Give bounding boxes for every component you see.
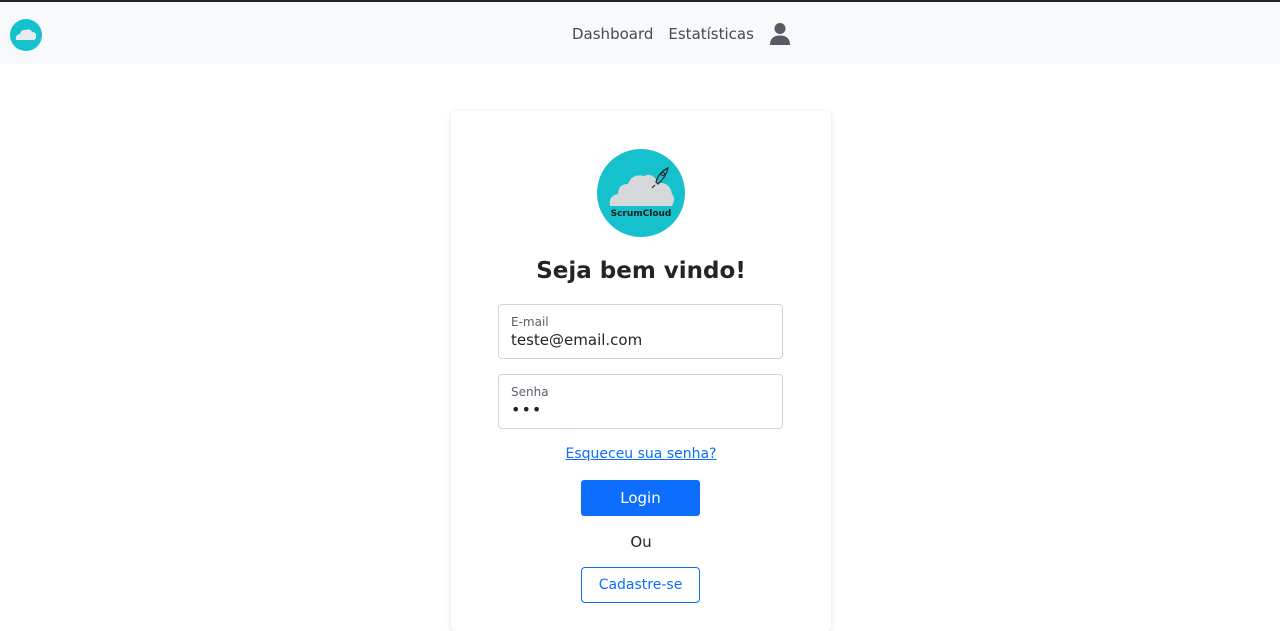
- password-field[interactable]: Senha: [498, 374, 783, 429]
- cloud-logo-icon[interactable]: [10, 19, 42, 51]
- email-label: E-mail: [511, 315, 549, 329]
- nav-statistics-link[interactable]: Estatísticas: [668, 25, 754, 43]
- password-input[interactable]: [511, 400, 771, 419]
- top-navbar: Dashboard Estatísticas: [0, 0, 1280, 64]
- main-nav: Dashboard Estatísticas: [572, 20, 791, 48]
- password-label: Senha: [511, 385, 549, 399]
- logo-text: ScrumCloud: [611, 209, 672, 219]
- forgot-password-link[interactable]: Esqueceu sua senha?: [451, 446, 831, 462]
- welcome-heading: Seja bem vindo!: [536, 258, 746, 284]
- login-card: ScrumCloud Seja bem vindo! E-mail Senha …: [451, 111, 831, 631]
- email-input[interactable]: [511, 331, 771, 349]
- user-icon[interactable]: [769, 22, 791, 46]
- login-button[interactable]: Login: [581, 480, 700, 516]
- scrumcloud-logo: ScrumCloud: [597, 149, 685, 237]
- register-button[interactable]: Cadastre-se: [581, 567, 700, 603]
- or-separator: Ou: [630, 533, 652, 551]
- nav-dashboard-link[interactable]: Dashboard: [572, 25, 653, 43]
- email-field[interactable]: E-mail: [498, 304, 783, 359]
